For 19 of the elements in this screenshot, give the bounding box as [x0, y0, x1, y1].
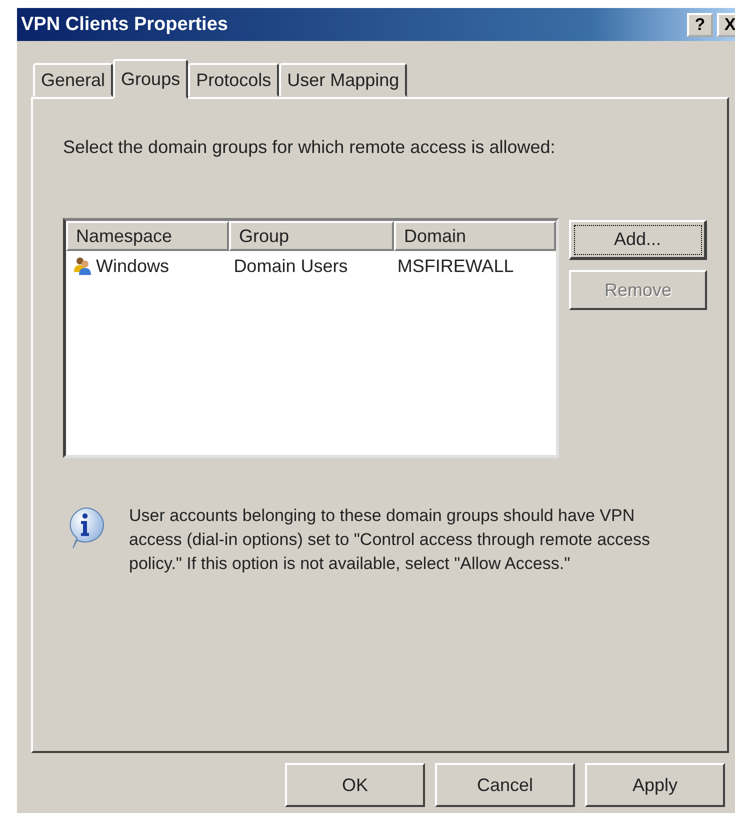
tab[interactable]: Groups [113, 59, 188, 99]
cancel-button[interactable]: Cancel [435, 763, 575, 807]
column-header[interactable]: Group [229, 221, 394, 251]
window-title: VPN Clients Properties [21, 14, 228, 36]
table-cell: Domain Users [234, 256, 348, 276]
instruction-text: Select the domain groups for which remote access is allowed: [63, 137, 556, 158]
add-button[interactable]: Add... [569, 220, 707, 260]
help-button[interactable]: ? [687, 12, 713, 36]
tab[interactable]: Protocols [188, 63, 280, 97]
tab[interactable]: User Mapping [279, 63, 408, 97]
apply-button[interactable]: Apply [585, 763, 725, 807]
table-cell: Windows [96, 256, 170, 276]
column-header[interactable]: Domain [394, 221, 556, 251]
users-icon [72, 256, 94, 276]
ok-button[interactable]: OK [285, 763, 425, 807]
info-text: User accounts belonging to these domain groups should have VPN access (dial-in options) set to "Control access through remote access policy." If this option is not available, select "Allow Access." [129, 505, 651, 575]
tab[interactable]: General [33, 63, 114, 97]
table-cell: MSFIREWALL [397, 256, 514, 276]
column-header[interactable]: Namespace [66, 221, 229, 251]
